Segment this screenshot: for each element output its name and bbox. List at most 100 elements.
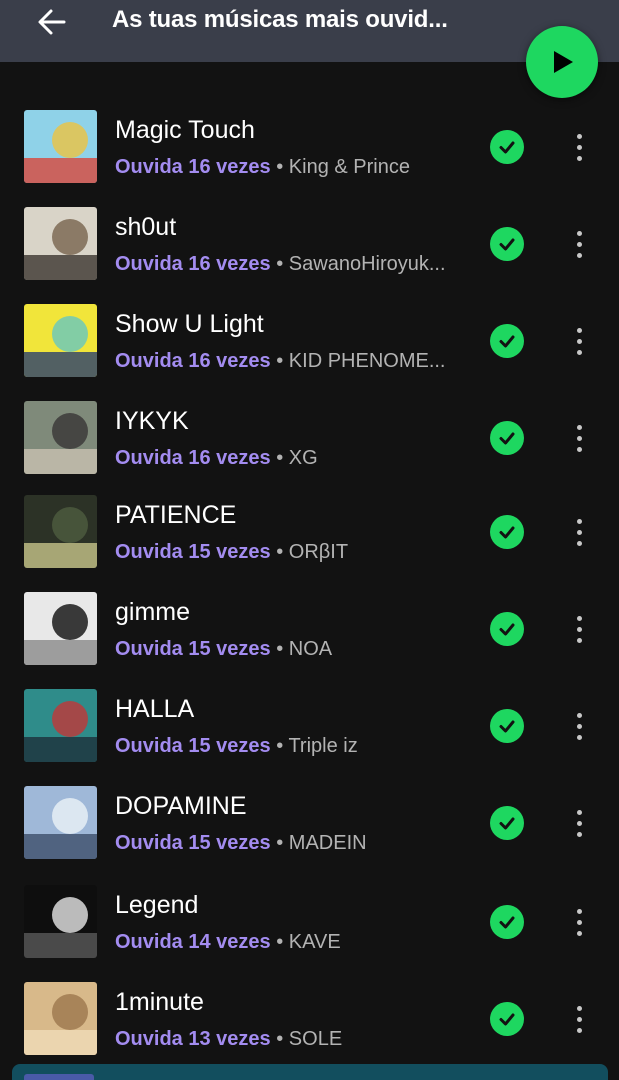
play-button[interactable] xyxy=(526,26,598,98)
track-row[interactable]: PATIENCE Ouvida 15 vezes • ORβIT xyxy=(0,483,619,580)
separator-dot: • xyxy=(276,832,284,854)
check-circle-icon xyxy=(499,817,515,830)
track-title: 1minute xyxy=(115,988,204,1016)
album-cover xyxy=(24,689,97,762)
track-subtitle: Ouvida 15 vezes • Triple iz xyxy=(115,735,460,758)
more-options-button[interactable] xyxy=(566,998,592,1040)
more-vertical-icon xyxy=(576,230,582,258)
track-title: sh0ut xyxy=(115,213,177,241)
downloaded-button[interactable] xyxy=(490,905,524,939)
more-vertical-icon xyxy=(576,809,582,837)
play-count: Ouvida 13 vezes xyxy=(115,1028,271,1050)
play-count: Ouvida 16 vezes xyxy=(115,350,271,372)
track-artist: KAVE xyxy=(288,931,341,953)
check-circle-icon xyxy=(499,432,515,445)
play-count: Ouvida 16 vezes xyxy=(115,156,271,178)
check-circle-icon xyxy=(499,141,515,154)
track-artist: XG xyxy=(288,447,318,469)
track-row[interactable]: HALLA Ouvida 15 vezes • Triple iz xyxy=(0,677,619,774)
downloaded-button[interactable] xyxy=(490,612,524,646)
track-title: IYKYK xyxy=(115,407,189,435)
track-title: Magic Touch xyxy=(115,116,255,144)
track-row[interactable]: IYKYK Ouvida 16 vezes • XG xyxy=(0,389,619,486)
check-circle-icon xyxy=(499,916,515,929)
track-artist: MADEIN xyxy=(288,832,367,854)
track-row[interactable]: DOPAMINE Ouvida 15 vezes • MADEIN xyxy=(0,774,619,871)
more-vertical-icon xyxy=(576,424,582,452)
more-options-button[interactable] xyxy=(566,511,592,553)
check-circle-icon xyxy=(499,720,515,733)
track-row[interactable]: gimme Ouvida 15 vezes • NOA xyxy=(0,580,619,677)
more-options-button[interactable] xyxy=(566,320,592,362)
downloaded-button[interactable] xyxy=(490,709,524,743)
album-cover xyxy=(24,401,97,474)
track-title: Show U Light xyxy=(115,310,264,338)
track-subtitle: Ouvida 16 vezes • KID PHENOME... xyxy=(115,350,460,373)
album-cover xyxy=(24,304,97,377)
downloaded-button[interactable] xyxy=(490,1002,524,1036)
track-subtitle: Ouvida 15 vezes • NOA xyxy=(115,638,460,661)
check-circle-icon xyxy=(499,335,515,348)
downloaded-button[interactable] xyxy=(490,227,524,261)
play-icon xyxy=(554,51,573,73)
track-row[interactable]: Legend Ouvida 14 vezes • KAVE xyxy=(0,873,619,970)
separator-dot: • xyxy=(276,541,284,563)
downloaded-button[interactable] xyxy=(490,421,524,455)
track-subtitle: Ouvida 13 vezes • SOLE xyxy=(115,1028,460,1051)
track-row[interactable]: Magic Touch Ouvida 16 vezes • King & Prin… xyxy=(0,98,619,195)
album-cover xyxy=(24,207,97,280)
more-options-button[interactable] xyxy=(566,417,592,459)
play-count: Ouvida 15 vezes xyxy=(115,638,271,660)
separator-dot: • xyxy=(276,638,284,660)
track-subtitle: Ouvida 15 vezes • ORβIT xyxy=(115,541,460,564)
check-circle-icon xyxy=(499,526,515,539)
play-count: Ouvida 16 vezes xyxy=(115,253,271,275)
album-cover xyxy=(24,786,97,859)
album-cover xyxy=(24,495,97,568)
separator-dot: • xyxy=(276,350,284,372)
downloaded-button[interactable] xyxy=(490,515,524,549)
separator-dot: • xyxy=(276,447,284,469)
separator-dot: • xyxy=(276,1028,284,1050)
more-options-button[interactable] xyxy=(566,705,592,747)
more-options-button[interactable] xyxy=(566,126,592,168)
separator-dot: • xyxy=(276,931,284,953)
back-button[interactable] xyxy=(30,2,74,42)
more-options-button[interactable] xyxy=(566,223,592,265)
check-circle-icon xyxy=(499,238,515,251)
downloaded-button[interactable] xyxy=(490,324,524,358)
check-circle-icon xyxy=(499,1013,515,1026)
arrow-left-icon xyxy=(38,9,66,35)
downloaded-button[interactable] xyxy=(490,130,524,164)
album-cover xyxy=(24,885,97,958)
play-count: Ouvida 15 vezes xyxy=(115,541,271,563)
track-title: DOPAMINE xyxy=(115,792,247,820)
more-vertical-icon xyxy=(576,518,582,546)
more-vertical-icon xyxy=(576,327,582,355)
mini-player[interactable] xyxy=(12,1064,608,1080)
track-artist: Triple iz xyxy=(288,735,358,757)
separator-dot: • xyxy=(276,735,284,757)
track-subtitle: Ouvida 16 vezes • XG xyxy=(115,447,460,470)
track-artist: KID PHENOME... xyxy=(288,350,446,372)
more-vertical-icon xyxy=(576,1005,582,1033)
track-subtitle: Ouvida 16 vezes • King & Prince xyxy=(115,156,460,179)
more-vertical-icon xyxy=(576,133,582,161)
more-options-button[interactable] xyxy=(566,608,592,650)
track-title: PATIENCE xyxy=(115,501,237,529)
track-artist: King & Prince xyxy=(288,156,410,178)
track-row[interactable]: 1minute Ouvida 13 vezes • SOLE xyxy=(0,970,619,1067)
page-title: As tuas músicas mais ouvid... xyxy=(112,6,448,33)
more-vertical-icon xyxy=(576,712,582,740)
track-subtitle: Ouvida 14 vezes • KAVE xyxy=(115,931,460,954)
track-artist: ORβIT xyxy=(288,541,349,563)
track-row[interactable]: sh0ut Ouvida 16 vezes • SawanoHiroyuk... xyxy=(0,195,619,292)
play-count: Ouvida 14 vezes xyxy=(115,931,271,953)
more-options-button[interactable] xyxy=(566,901,592,943)
more-options-button[interactable] xyxy=(566,802,592,844)
check-circle-icon xyxy=(499,623,515,636)
track-title: HALLA xyxy=(115,695,195,723)
track-row[interactable]: Show U Light Ouvida 16 vezes • KID PHENOM… xyxy=(0,292,619,389)
downloaded-button[interactable] xyxy=(490,806,524,840)
more-vertical-icon xyxy=(576,615,582,643)
